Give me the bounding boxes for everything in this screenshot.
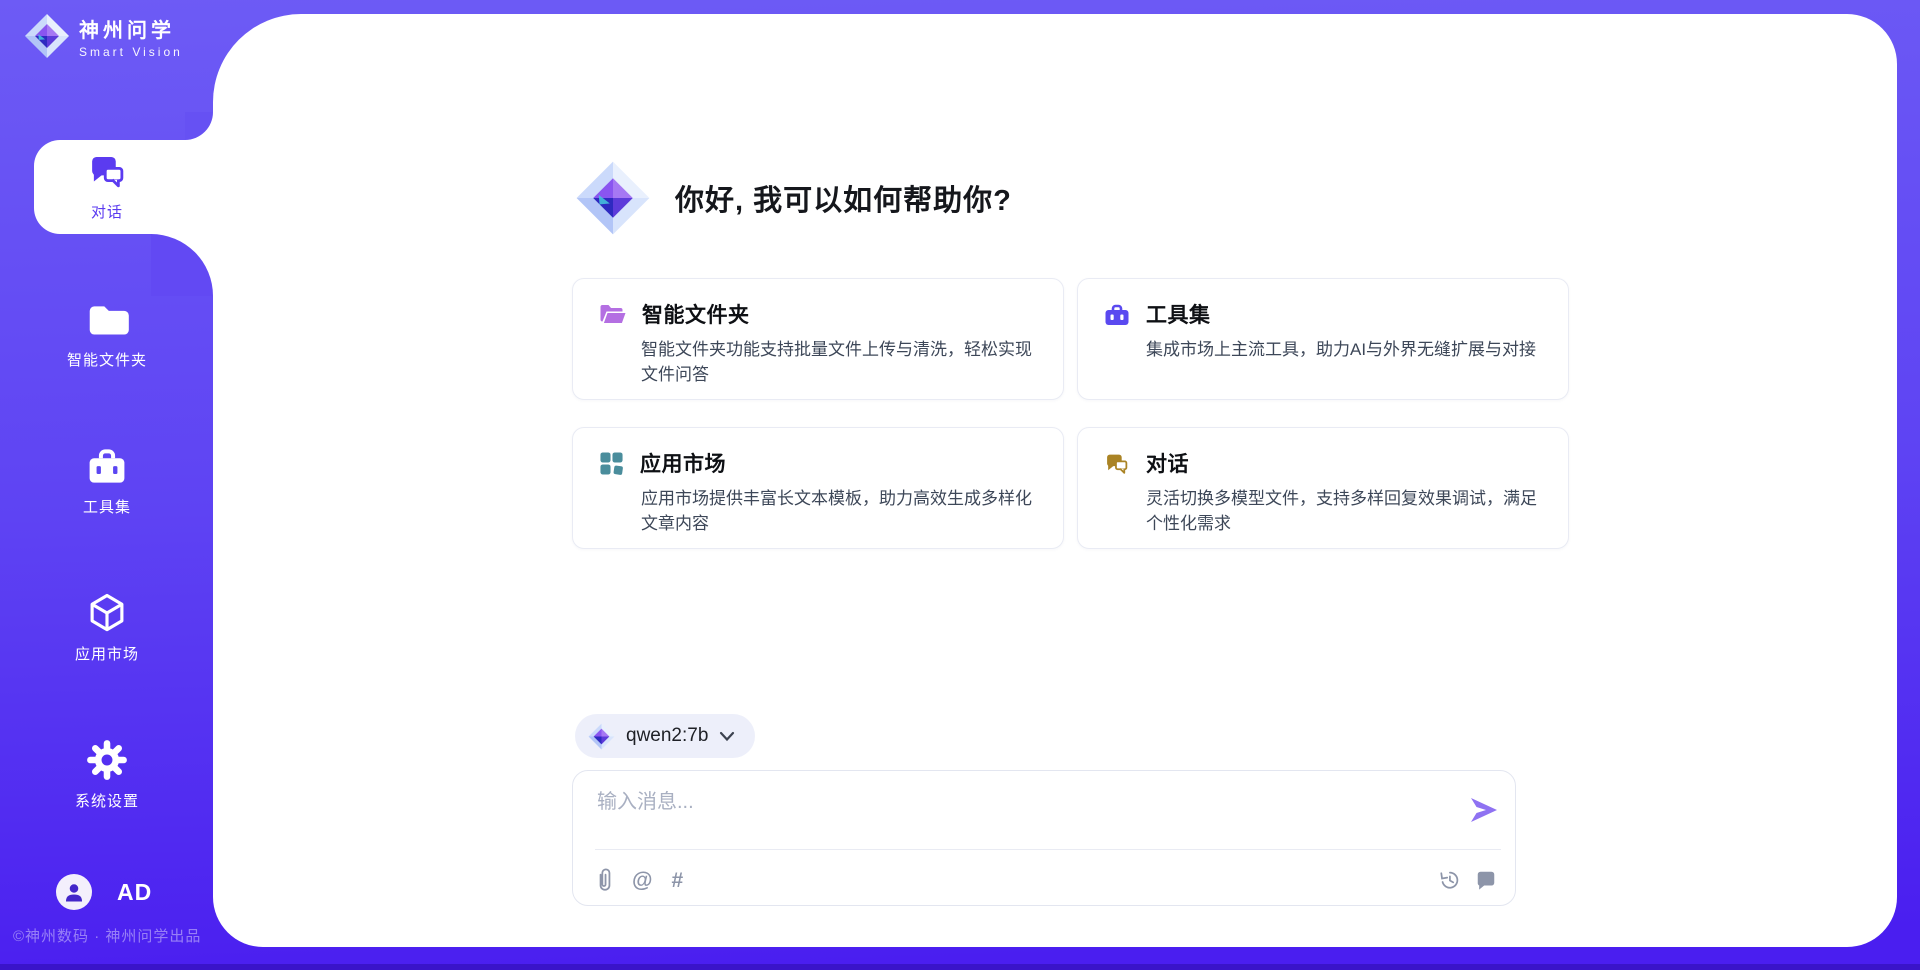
folder-open-icon	[599, 302, 626, 326]
sidebar-item-app-market[interactable]: 应用市场	[34, 592, 180, 664]
card-title: 智能文件夹	[642, 299, 750, 329]
person-icon	[62, 880, 86, 904]
message-composer: @ #	[572, 770, 1516, 906]
diamond-logo-icon	[588, 723, 615, 750]
sidebar-item-label: 对话	[91, 201, 123, 222]
mention-button[interactable]: @	[632, 870, 652, 891]
paperclip-icon	[597, 867, 613, 893]
user-initials: AD	[117, 879, 152, 906]
composer-divider	[595, 849, 1501, 850]
card-description: 应用市场提供丰富长文本模板，助力高效生成多样化文章内容	[641, 486, 1037, 536]
diamond-logo-icon	[575, 160, 651, 236]
greeting-text: 你好, 我可以如何帮助你?	[675, 177, 1012, 219]
toolbox-icon	[86, 447, 128, 487]
feature-cards: 智能文件夹 智能文件夹功能支持批量文件上传与清洗，轻松实现文件问答 工具集 集成…	[572, 278, 1520, 549]
card-toolset[interactable]: 工具集 集成市场上主流工具，助力AI与外界无缝扩展与对接	[1077, 278, 1569, 400]
card-description: 灵活切换多模型文件，支持多样回复效果调试，满足个性化需求	[1146, 486, 1542, 536]
user-account[interactable]: AD	[56, 874, 152, 910]
sidebar-item-chat[interactable]: 对话	[34, 150, 180, 222]
composer-toolbar: @ #	[597, 861, 1497, 899]
sidebar-item-smart-folder[interactable]: 智能文件夹	[34, 300, 180, 370]
greeting-block: 你好, 我可以如何帮助你?	[575, 160, 1012, 236]
history-button[interactable]	[1438, 869, 1460, 891]
tab-fillet-top	[185, 112, 213, 140]
card-app-market[interactable]: 应用市场 应用市场提供丰富长文本模板，助力高效生成多样化文章内容	[572, 427, 1064, 549]
sidebar-item-label: 系统设置	[75, 790, 139, 811]
folder-icon	[85, 300, 129, 340]
sidebar-item-label: 智能文件夹	[67, 349, 147, 370]
comment-icon	[1475, 869, 1497, 891]
sidebar-item-toolset[interactable]: 工具集	[34, 447, 180, 517]
card-title: 工具集	[1146, 299, 1211, 329]
brand-name: 神州问学	[79, 14, 183, 43]
send-icon	[1467, 796, 1499, 824]
attach-file-button[interactable]	[597, 867, 613, 893]
diamond-logo-icon	[24, 13, 70, 59]
brand-subtitle: Smart Vision	[79, 45, 183, 59]
app-window: 神州问学 Smart Vision 对话 智能文件夹 工具集	[0, 0, 1920, 970]
chat-icon	[1104, 451, 1130, 476]
card-description: 集成市场上主流工具，助力AI与外界无缝扩展与对接	[1146, 337, 1542, 362]
sidebar-item-settings[interactable]: 系统设置	[34, 739, 180, 811]
card-description: 智能文件夹功能支持批量文件上传与清洗，轻松实现文件问答	[641, 337, 1037, 387]
gear-icon	[86, 739, 128, 781]
grid-icon	[599, 451, 624, 476]
brand-logo: 神州问学 Smart Vision	[24, 13, 183, 59]
send-button[interactable]	[1467, 796, 1499, 824]
sidebar-item-label: 应用市场	[75, 643, 139, 664]
card-smart-folder[interactable]: 智能文件夹 智能文件夹功能支持批量文件上传与清洗，轻松实现文件问答	[572, 278, 1064, 400]
chat-icon	[86, 150, 128, 192]
topic-button[interactable]: #	[671, 870, 683, 891]
model-name: qwen2:7b	[626, 725, 708, 747]
history-icon	[1438, 869, 1460, 891]
model-selector[interactable]: qwen2:7b	[575, 714, 755, 758]
briefcase-icon	[1104, 302, 1130, 327]
message-input[interactable]	[597, 788, 1417, 816]
footer-credit: ©神州数码 · 神州问学出品	[13, 925, 201, 946]
card-chat[interactable]: 对话 灵活切换多模型文件，支持多样回复效果调试，满足个性化需求	[1077, 427, 1569, 549]
card-title: 应用市场	[640, 448, 726, 478]
card-title: 对话	[1146, 448, 1189, 478]
cube-icon	[86, 592, 128, 634]
tab-fillet-bottom	[151, 234, 213, 296]
new-chat-button[interactable]	[1475, 869, 1497, 891]
bottom-scrollbar[interactable]	[0, 964, 1920, 970]
sidebar-item-label: 工具集	[83, 496, 131, 517]
chevron-down-icon	[719, 731, 735, 742]
avatar	[56, 874, 92, 910]
